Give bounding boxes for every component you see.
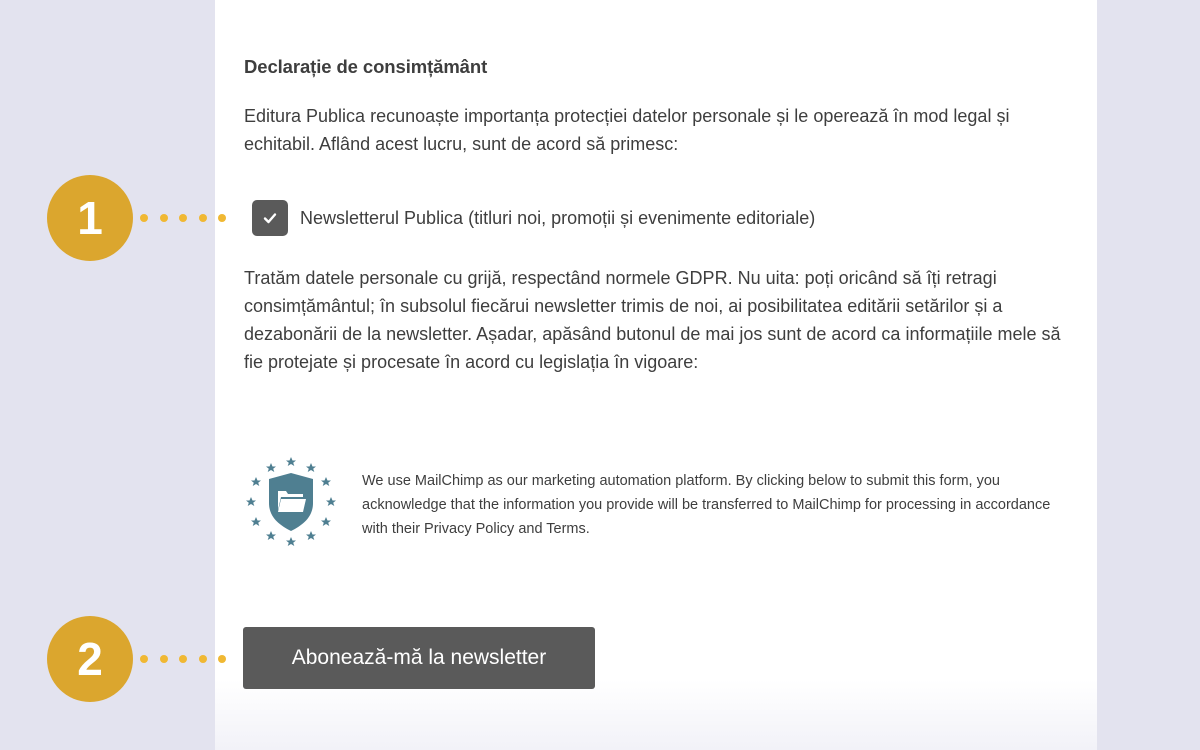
consent-intro-text: Editura Publica recunoaște importanța pr… — [244, 106, 1010, 154]
gdpr-shield-icon — [246, 457, 336, 546]
checkmark-icon — [263, 213, 277, 224]
subscribe-button[interactable]: Abonează-mă la newsletter — [243, 627, 595, 689]
step-2-badge: 2 — [47, 616, 133, 702]
step-1-badge: 1 — [47, 175, 133, 261]
step-2-dotted-connector — [140, 654, 235, 664]
gdpr-info-text: Tratăm datele personale cu grijă, respec… — [244, 268, 1061, 372]
mailchimp-disclaimer: We use MailChimp as our marketing automa… — [362, 473, 1051, 537]
consent-heading: Declarație de consimțământ — [244, 56, 488, 77]
newsletter-checkbox[interactable] — [252, 200, 288, 236]
step-1-dotted-connector — [140, 213, 235, 223]
newsletter-checkbox-label[interactable]: Newsletterul Publica (titluri noi, promo… — [300, 205, 815, 231]
